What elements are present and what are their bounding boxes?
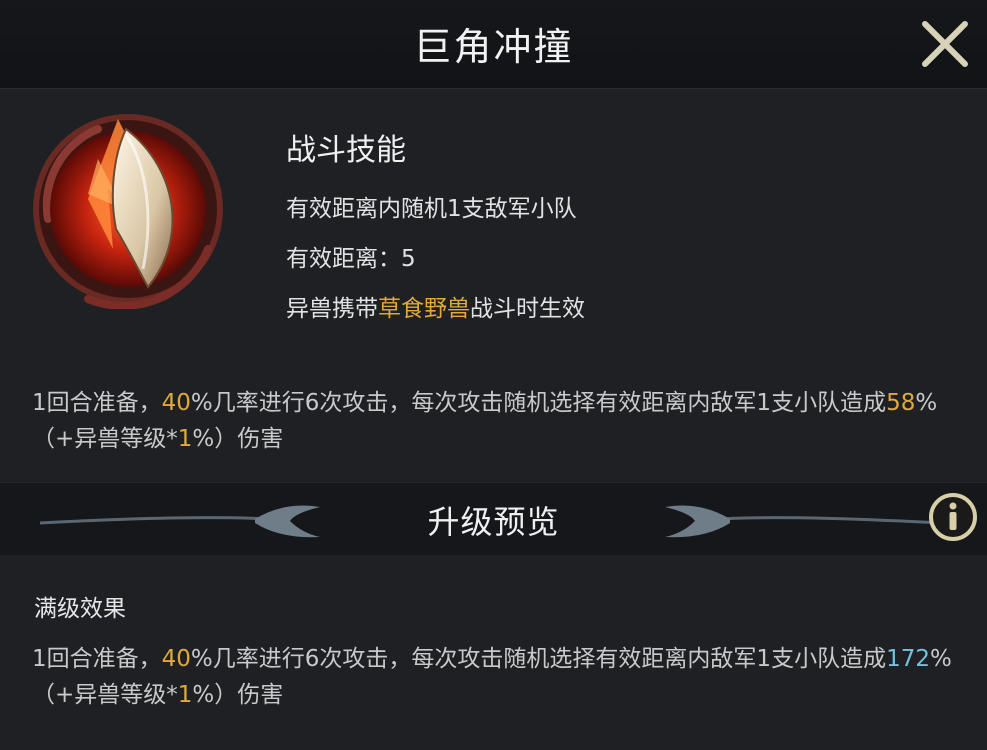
- desc-per-level: 1: [177, 426, 193, 452]
- skill-detail-panel: 巨角冲撞 战斗技能 有效距离内随机1支敌军小队 有效距离：5 异兽携带草食野兽战…: [0, 0, 987, 750]
- skill-range: 有效距离：5: [286, 239, 416, 273]
- desc-text: %）伤害: [192, 426, 284, 452]
- header: 巨角冲撞: [0, 0, 987, 89]
- desc-damage: 172: [886, 646, 930, 672]
- close-button[interactable]: [917, 16, 973, 72]
- desc-text: %）伤害: [192, 682, 284, 708]
- condition-highlight: 草食野兽: [378, 296, 470, 322]
- desc-per-level: 1: [177, 682, 193, 708]
- desc-text: 支小队造成: [771, 646, 887, 672]
- max-level-description: 1回合准备，40%几率进行6次攻击，每次攻击随机选择有效距离内敌军1支小队造成1…: [32, 641, 962, 713]
- desc-text: 次攻击，每次攻击随机选择有效距离内敌军: [319, 646, 757, 672]
- desc-text: 1回合准备，: [32, 390, 162, 416]
- desc-chance: 40: [161, 390, 191, 416]
- skill-condition: 异兽携带草食野兽战斗时生效: [286, 289, 585, 323]
- close-icon: [922, 21, 968, 67]
- desc-chance: 40: [161, 646, 191, 672]
- upgrade-preview-bar: 升级预览: [0, 482, 987, 556]
- ornament-right-icon: [665, 505, 940, 538]
- condition-suffix: 战斗时生效: [470, 296, 585, 322]
- desc-text: %几率进行: [190, 390, 305, 416]
- skill-info: 战斗技能 有效距离内随机1支敌军小队 有效距离：5 异兽携带草食野兽战斗时生效 …: [0, 89, 987, 481]
- desc-num: 1: [756, 390, 772, 416]
- max-level-section: 满级效果 1回合准备，40%几率进行6次攻击，每次攻击随机选择有效距离内敌军1支…: [0, 555, 987, 750]
- desc-num: 1: [756, 646, 772, 672]
- desc-damage: 58: [886, 390, 916, 416]
- desc-text: 支小队造成: [771, 390, 887, 416]
- desc-count: 6: [304, 390, 320, 416]
- info-button[interactable]: [927, 491, 979, 543]
- max-level-label: 满级效果: [34, 596, 126, 622]
- desc-text: 次攻击，每次攻击随机选择有效距离内敌军: [319, 390, 757, 416]
- desc-text: 1回合准备，: [32, 646, 162, 672]
- desc-text: %几率进行: [190, 646, 305, 672]
- desc-count: 6: [304, 646, 320, 672]
- skill-type: 战斗技能: [286, 133, 406, 168]
- horn-skill-icon: [28, 99, 228, 310]
- skill-target: 有效距离内随机1支敌军小队: [286, 196, 577, 222]
- info-icon: [929, 493, 977, 541]
- skill-description: 1回合准备，40%几率进行6次攻击，每次攻击随机选择有效距离内敌军1支小队造成5…: [32, 385, 962, 457]
- range-label: 有效距离：: [286, 246, 401, 272]
- range-value: 5: [401, 246, 416, 272]
- skill-title: 巨角冲撞: [413, 25, 574, 69]
- condition-prefix: 异兽携带: [286, 296, 378, 322]
